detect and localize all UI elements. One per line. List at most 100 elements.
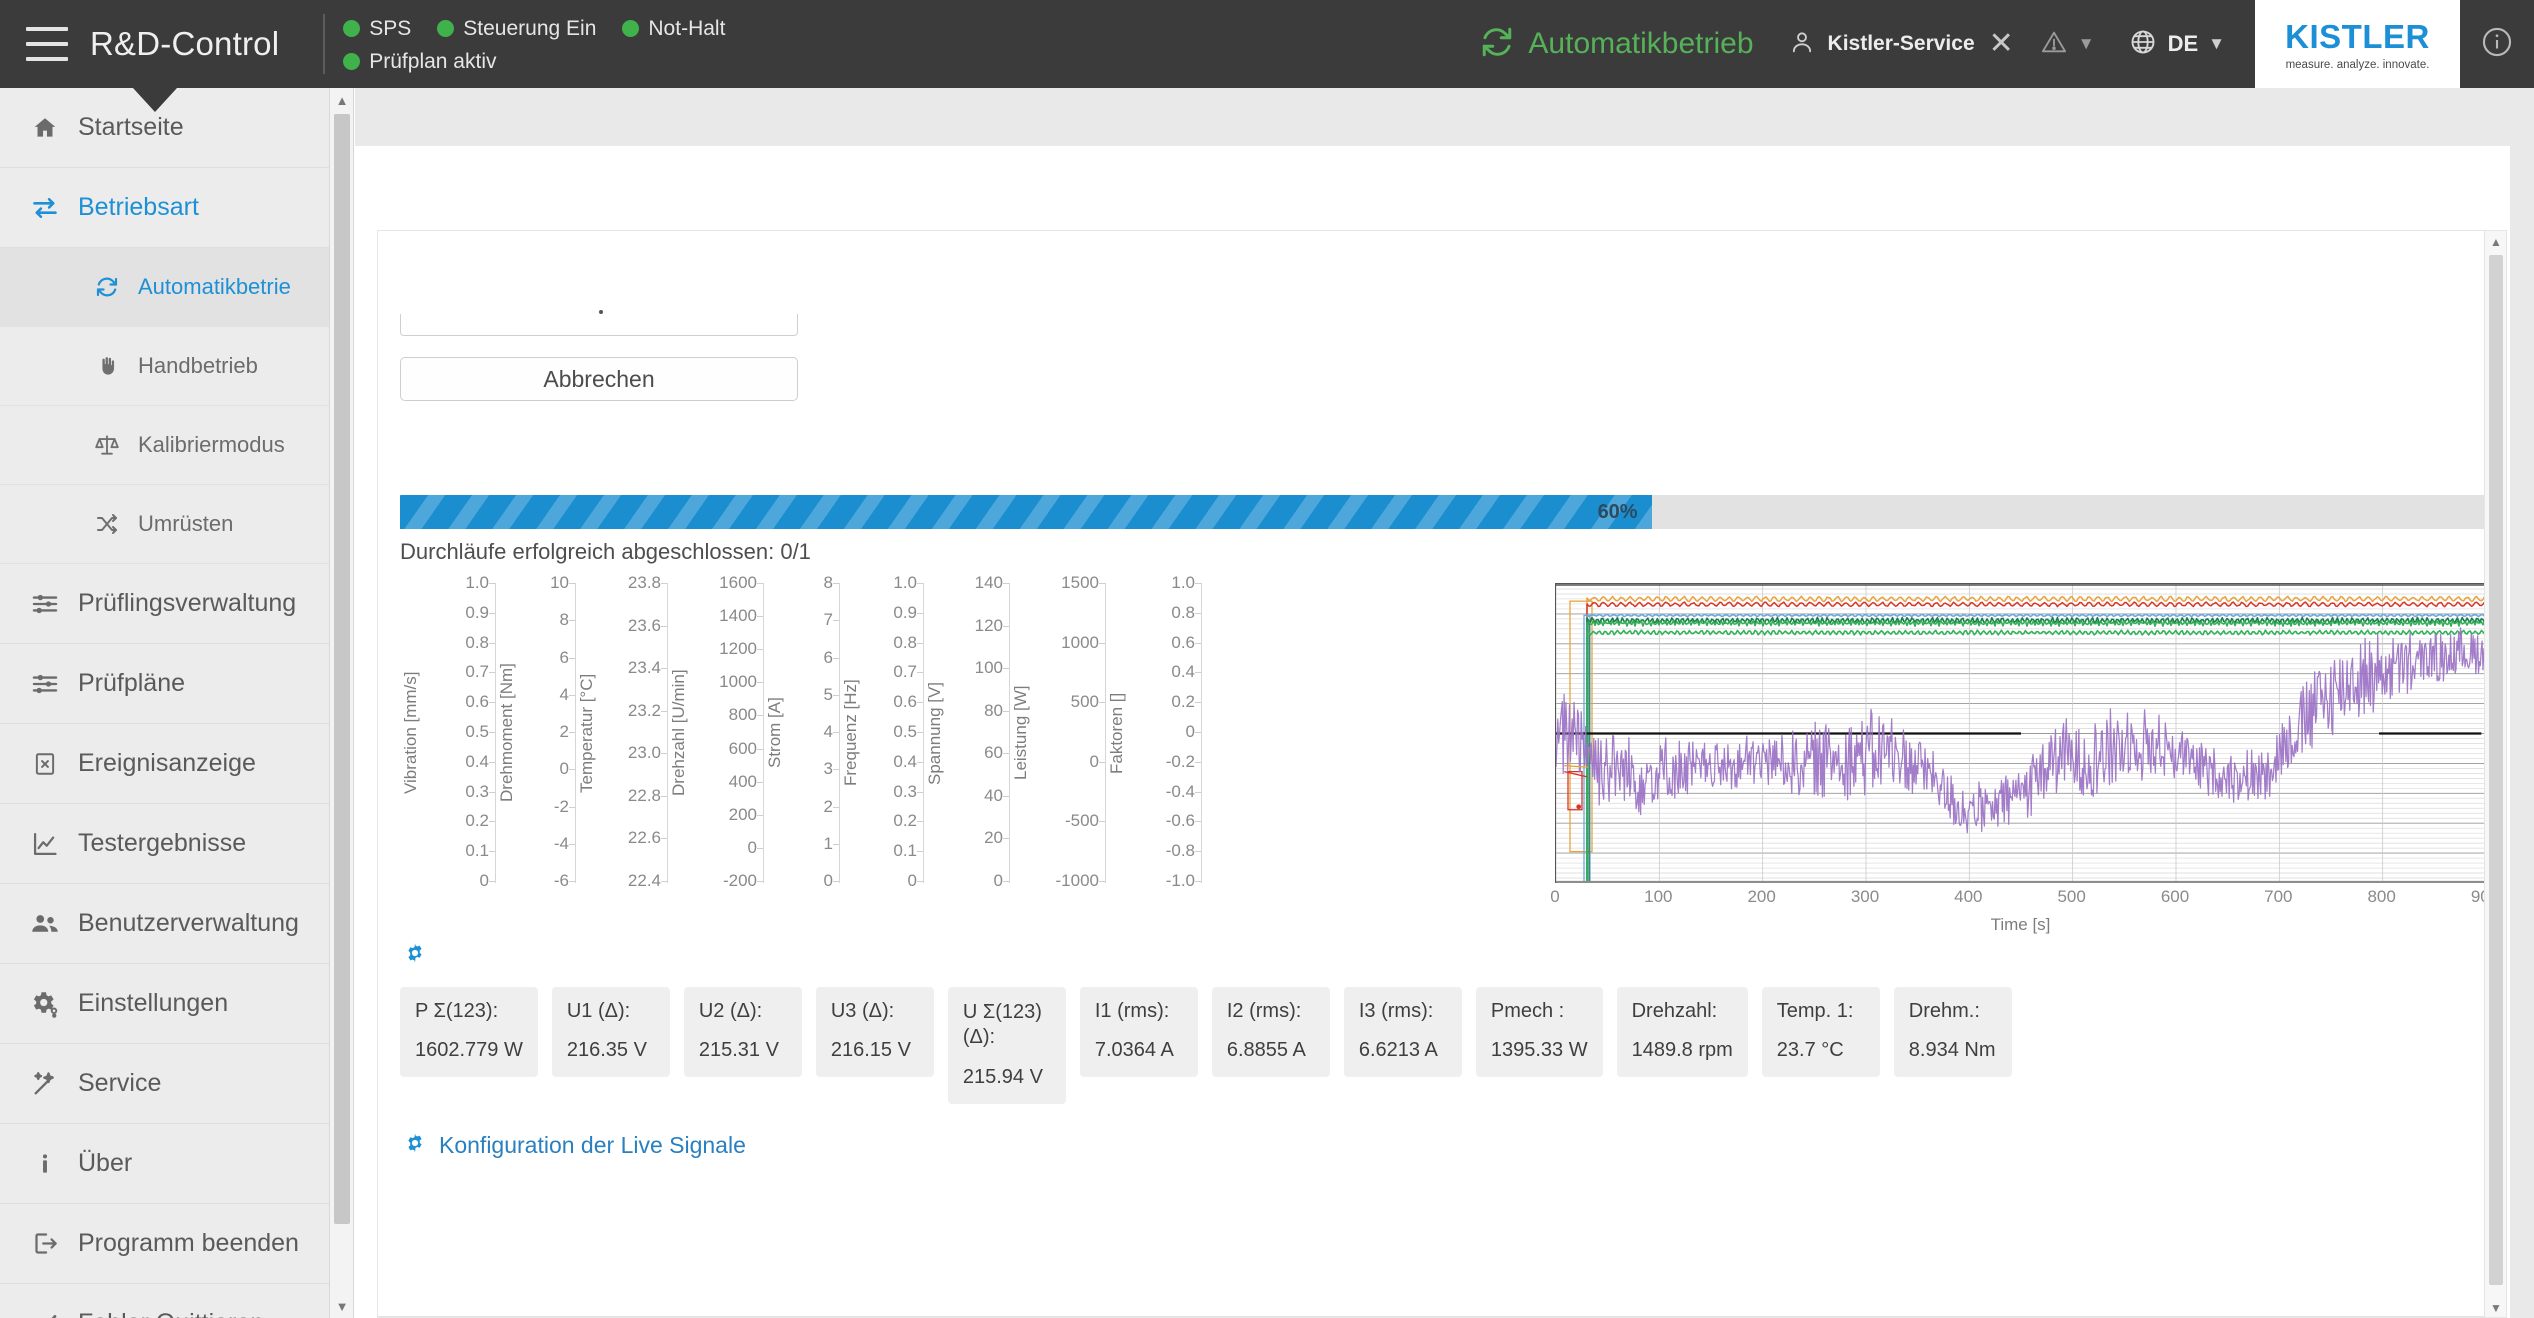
users-icon	[22, 909, 68, 939]
close-icon[interactable]: ✕	[1989, 29, 2014, 59]
axis-tick-label: 22.4	[627, 871, 661, 890]
axis-tick-label: -2	[553, 796, 569, 816]
axis-tick-label: 0.4	[465, 751, 489, 771]
axis-tick-mark	[1003, 668, 1009, 670]
measurement-label: U3 (Δ):	[830, 1000, 895, 1022]
axis-tick-mark	[1099, 881, 1105, 882]
scroll-up-icon[interactable]: ▲	[330, 88, 354, 112]
sidebar-item-programm-beenden[interactable]: Programm beenden	[0, 1204, 329, 1284]
sidebar-item-testergebnisse[interactable]: Testergebnisse	[0, 804, 329, 884]
sidebar-item-service[interactable]: Service	[0, 1044, 329, 1124]
sidebar-item-betriebsart[interactable]: Betriebsart	[0, 168, 329, 248]
sidebar-item-pruefplaene[interactable]: Prüfpläne	[0, 644, 329, 724]
axis-tick-label: 800	[728, 705, 757, 725]
axis-tick-mark	[1003, 710, 1009, 712]
axis-tick-mark	[661, 710, 667, 712]
axis-tick-label: 0.8	[1171, 602, 1195, 622]
chart-y-axis-title: Temperatur [°C]	[577, 673, 596, 793]
sidebar-subitem-umruesten[interactable]: Umrüsten	[0, 485, 329, 564]
sidebar-item-label: Benutzerverwaltung	[78, 909, 299, 937]
axis-tick-mark	[917, 583, 923, 584]
clipped-input-field[interactable]	[400, 310, 798, 336]
chevron-down-icon: ▼	[2208, 34, 2225, 53]
chart-y-axis: Frequenz [Hz] 1.0 0.9 0.8 0.7 0.6 0.5 0.4 0.3 0.2…	[840, 573, 924, 890]
axis-tick-mark	[917, 821, 923, 823]
operating-mode-indicator: Automatikbetrieb	[1480, 25, 1754, 64]
user-session[interactable]: Kistler-Service ✕	[1788, 28, 2014, 61]
sidebar-item-benutzerverwaltung[interactable]: Benutzerverwaltung	[0, 884, 329, 964]
axis-tick-label: 0.2	[893, 811, 917, 831]
sidebar-scrollbar[interactable]: ▲ ▼	[330, 88, 354, 1318]
sidebar-item-label: Programm beenden	[78, 1229, 299, 1257]
sidebar-item-ereignisanzeige[interactable]: Ereignisanzeige	[0, 724, 329, 804]
info-button[interactable]	[2460, 25, 2534, 64]
sidebar-subitem-kalibriermodus[interactable]: Kalibriermodus	[0, 406, 329, 485]
axis-tick-mark	[833, 881, 839, 882]
axis-tick-mark	[661, 668, 667, 670]
scrollbar-thumb[interactable]	[2489, 255, 2503, 1285]
axis-tick-mark	[569, 620, 575, 622]
chart-y-axis: Drehmoment [Nm] 10 8 6 4 2 0 -2 -4 -6	[496, 573, 576, 890]
x-axis-tick-label: 700	[2264, 887, 2293, 906]
chart-y-axis: Spannung [V] 140 120 100 80 60 40 20 0	[924, 573, 1010, 890]
measurement-value: 216.35 V	[566, 1039, 647, 1061]
axis-tick-label: 23.2	[627, 700, 661, 720]
axis-tick-mark	[1003, 881, 1009, 882]
axis-tick-mark	[757, 583, 763, 584]
scroll-down-icon[interactable]: ▼	[2485, 1297, 2506, 1317]
axis-tick-mark	[833, 732, 839, 733]
sidebar-subitem-automatikbetrieb[interactable]: Automatikbetrie	[0, 248, 329, 327]
axis-tick-mark	[1099, 583, 1105, 584]
axis-tick-label: 1.0	[1171, 573, 1195, 592]
status-dot-icon	[437, 20, 455, 37]
measurement-value: 8.934 Nm	[1908, 1039, 1996, 1061]
status-divider	[323, 14, 326, 74]
status-item: SPS	[343, 12, 411, 45]
logo-tagline: measure. analyze. innovate.	[2285, 58, 2430, 71]
sidebar-item-fehler-quittieren[interactable]: Fehler Quittieren	[0, 1284, 329, 1318]
axis-tick-label: 1500	[1061, 573, 1099, 592]
sidebar-subitem-handbetrieb[interactable]: Handbetrieb	[0, 327, 329, 406]
chart-y-axis: Temperatur [°C] 23.8 23.6 23.4 23.2 23.0 22.8 2…	[576, 573, 668, 890]
language-selector[interactable]: DE ▼	[2129, 28, 2225, 61]
sidebar-caret-icon	[133, 88, 177, 112]
axis-tick-label: 0.7	[465, 662, 489, 682]
axis-tick-mark	[489, 761, 495, 763]
sidebar-item-einstellungen[interactable]: Einstellungen	[0, 964, 329, 1044]
chart-y-axis: Leistung [W] 1500 1000 500 0 -500 -1000	[1010, 573, 1106, 890]
axis-tick-label: 1.0	[893, 573, 917, 592]
scroll-up-icon[interactable]: ▲	[2485, 231, 2506, 253]
warnings-dropdown[interactable]: ▼	[2040, 28, 2095, 61]
axis-tick-mark	[833, 657, 839, 659]
live-signals-config-link[interactable]: Konfiguration der Live Signale	[403, 1131, 746, 1160]
cancel-button[interactable]: Abbrechen	[400, 357, 798, 401]
exchange-icon	[22, 194, 68, 222]
chart-y-axis-title: Leistung [W]	[1011, 685, 1030, 781]
hamburger-menu-icon[interactable]	[26, 27, 68, 61]
axis-tick-label: 140	[974, 573, 1003, 592]
axis-tick-label: -0.2	[1165, 751, 1195, 771]
axis-tick-mark	[569, 694, 575, 696]
axis-tick-label: -0.6	[1165, 811, 1195, 831]
measurement-card: Drehzahl: 1489.8 rpm	[1616, 987, 1748, 1077]
status-dot-icon	[343, 20, 361, 37]
axis-tick-mark	[569, 843, 575, 845]
content-scrollbar[interactable]: ▲ ▼	[2484, 231, 2506, 1317]
scroll-down-icon[interactable]: ▼	[330, 1294, 354, 1318]
axis-tick-label: 1.0	[465, 573, 489, 592]
measurement-card: U Σ(123) (Δ): 215.94 V	[947, 987, 1066, 1104]
sync-icon	[86, 275, 128, 299]
sidebar-item-ueber[interactable]: Über	[0, 1124, 329, 1204]
axis-tick-label: 0.1	[893, 841, 917, 861]
logo-wordmark: KISTLER	[2285, 17, 2430, 55]
axis-tick-label: -0.8	[1165, 841, 1195, 861]
globe-icon	[2129, 28, 2157, 61]
sidebar-item-prueflingsverwaltung[interactable]: Prüflingsverwaltung	[0, 564, 329, 644]
automatic-mode-panel: Abbrechen 60% Durchläufe erfolgreich abg…	[377, 230, 2507, 1318]
live-signals-settings-button[interactable]	[403, 941, 427, 970]
axis-tick-mark	[1195, 612, 1201, 614]
scrollbar-thumb[interactable]	[334, 114, 350, 1224]
axis-tick-label: -500	[1064, 811, 1099, 831]
chart-y-axis-title: Strom [A]	[765, 697, 784, 769]
check-icon	[22, 1310, 68, 1318]
